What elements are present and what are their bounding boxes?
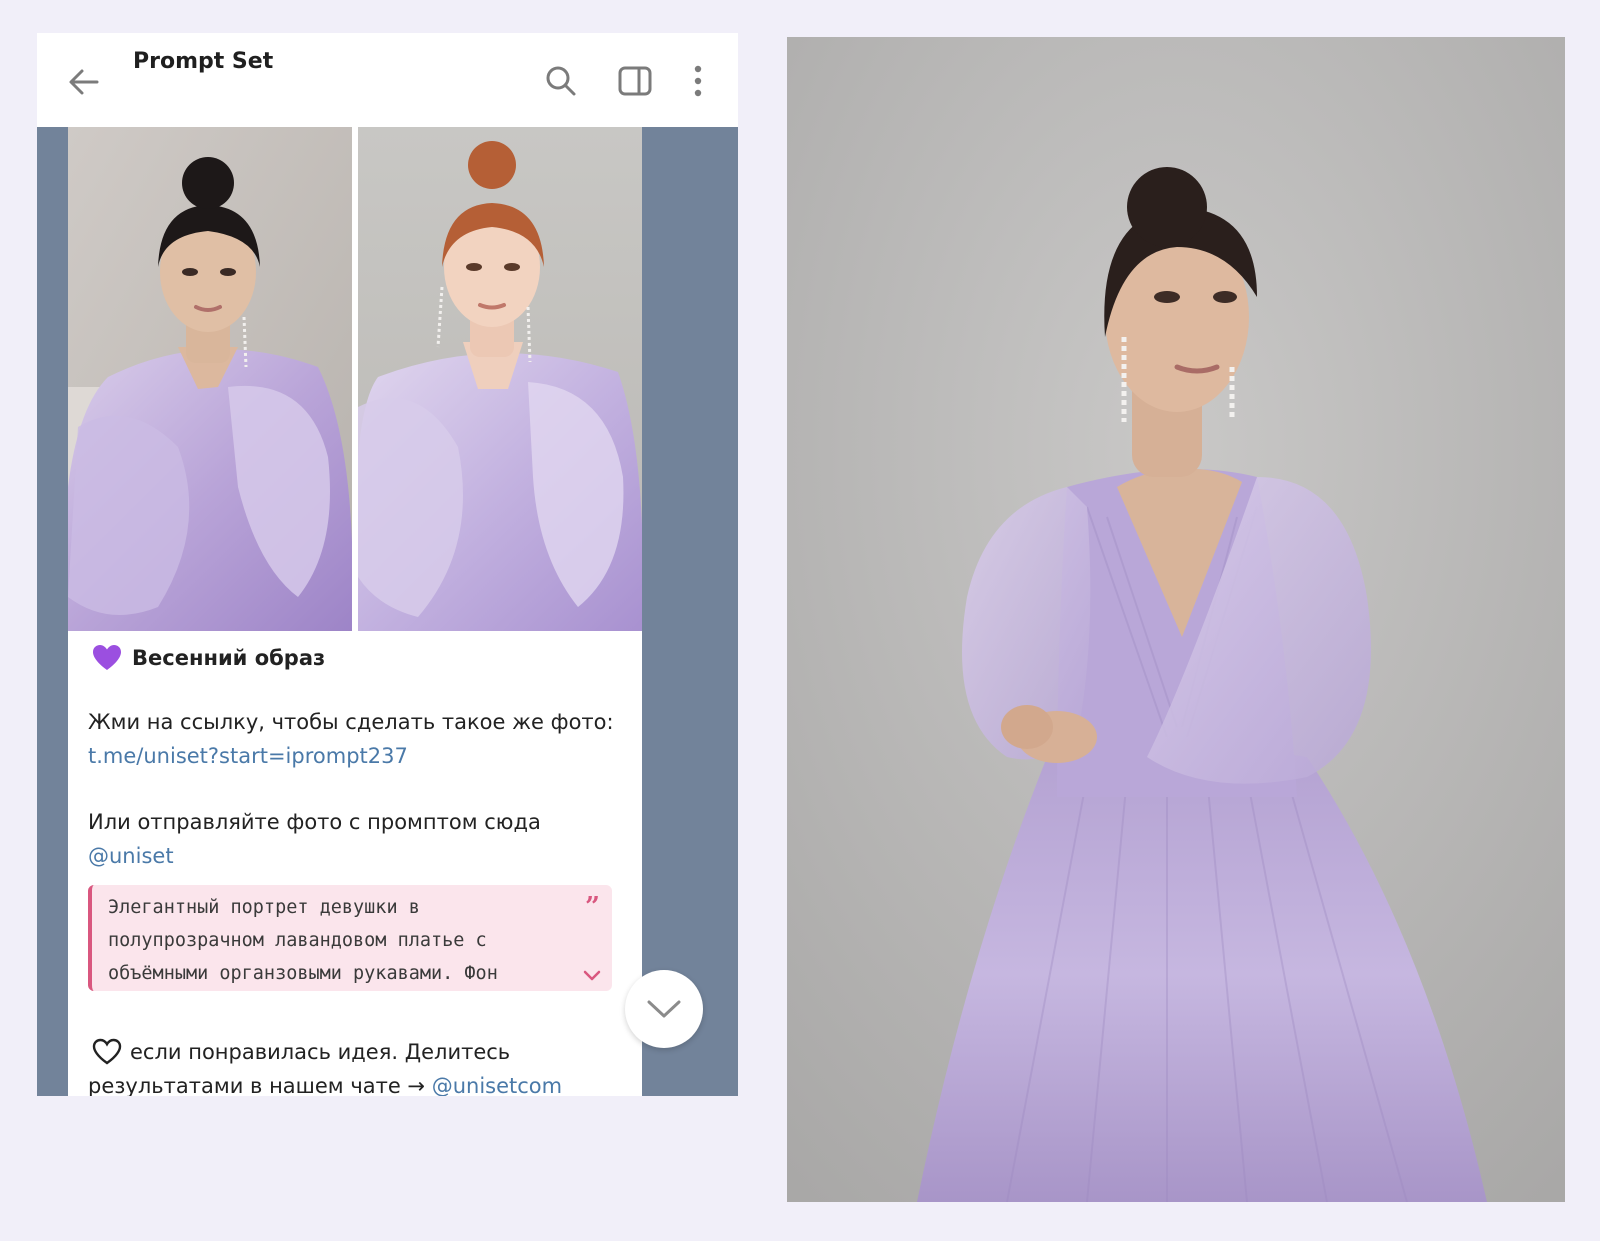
- quote-mark-icon: ”: [585, 892, 600, 922]
- message-line-1: Жми на ссылку, чтобы сделать такое же фо…: [88, 710, 614, 734]
- search-button[interactable]: [541, 61, 581, 101]
- message-title: Весенний образ: [132, 646, 326, 670]
- more-options-button[interactable]: [685, 61, 725, 101]
- channel-link[interactable]: @uniset: [88, 839, 174, 873]
- back-button[interactable]: [65, 63, 103, 101]
- expand-chevron-icon[interactable]: [582, 969, 602, 983]
- message-photo-1[interactable]: [68, 127, 352, 631]
- chat-link[interactable]: @unisetcom: [432, 1074, 562, 1096]
- quote-line-3: объёмными органзовыми рукавами. Фон: [108, 963, 498, 984]
- arrow-left-icon: [69, 69, 99, 95]
- portrait-red-hair-image: [358, 127, 642, 631]
- message-title-row: Весенний образ: [92, 641, 325, 675]
- more-vertical-icon: [694, 65, 702, 97]
- footer-line-1: если понравилась идея. Делитесь: [130, 1040, 511, 1064]
- purple-heart-icon: [93, 645, 121, 670]
- scroll-to-bottom-button[interactable]: [625, 970, 703, 1048]
- panel-bottom-spacer: [37, 1096, 738, 1196]
- chat-title[interactable]: Prompt Set: [133, 49, 273, 74]
- quote-line-2: полупрозрачном лавандовом платье с: [108, 930, 487, 951]
- message-bubble: Весенний образ Жми на ссылку, чтобы сдел…: [68, 127, 642, 1096]
- portrait-dark-hair-image: [68, 127, 352, 631]
- footer-line-1-row: если понравилась идея. Делитесь: [92, 1035, 632, 1069]
- toggle-sidebar-button[interactable]: [615, 61, 655, 101]
- lavender-dress-portrait-image: [787, 37, 1565, 1202]
- chevron-down-icon: [647, 1000, 681, 1018]
- bot-link[interactable]: t.me/uniset?start=iprompt237: [88, 739, 408, 773]
- message-photo-2[interactable]: [358, 127, 642, 631]
- message-line-2: Или отправляйте фото с промптом сюда: [88, 810, 541, 834]
- telegram-chat-window: Prompt Set Весенний образ Жми на ссылку,…: [37, 33, 738, 1096]
- sidebar-panel-icon: [618, 66, 652, 96]
- prompt-quote-block[interactable]: Элегантный портрет девушки в полупрозрач…: [88, 885, 612, 991]
- footer-line-2: результатами в нашем чате →: [88, 1074, 426, 1096]
- result-photo: [787, 37, 1565, 1202]
- footer-line-2-row: результатами в нашем чате → @unisetcom: [88, 1069, 562, 1096]
- quote-line-1: Элегантный портрет девушки в: [108, 897, 420, 918]
- chat-header: Prompt Set: [37, 33, 738, 127]
- search-icon: [546, 66, 576, 96]
- stage: Prompt Set Весенний образ Жми на ссылку,…: [0, 0, 1600, 1241]
- heart-outline-icon: [92, 1038, 122, 1065]
